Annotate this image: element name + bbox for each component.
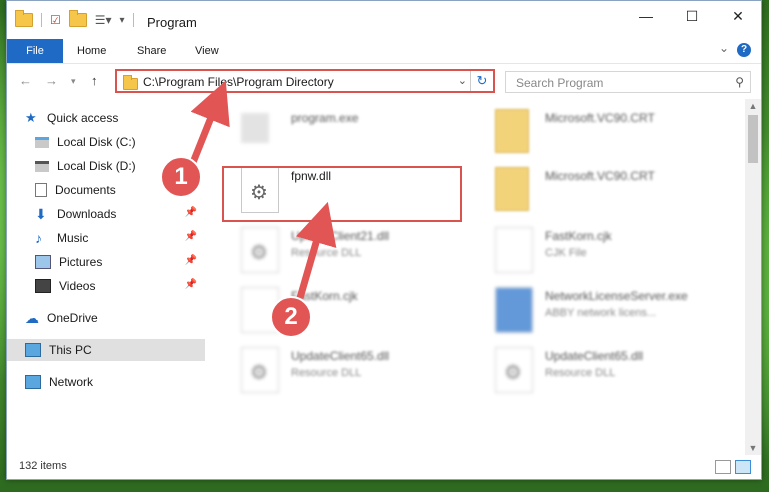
arrow-to-file [295, 201, 337, 299]
arrow-to-address-bar [186, 80, 230, 172]
annotation-arrows [186, 80, 337, 299]
step-2-badge: 2 [270, 296, 312, 338]
step-1-badge: 1 [160, 156, 202, 198]
